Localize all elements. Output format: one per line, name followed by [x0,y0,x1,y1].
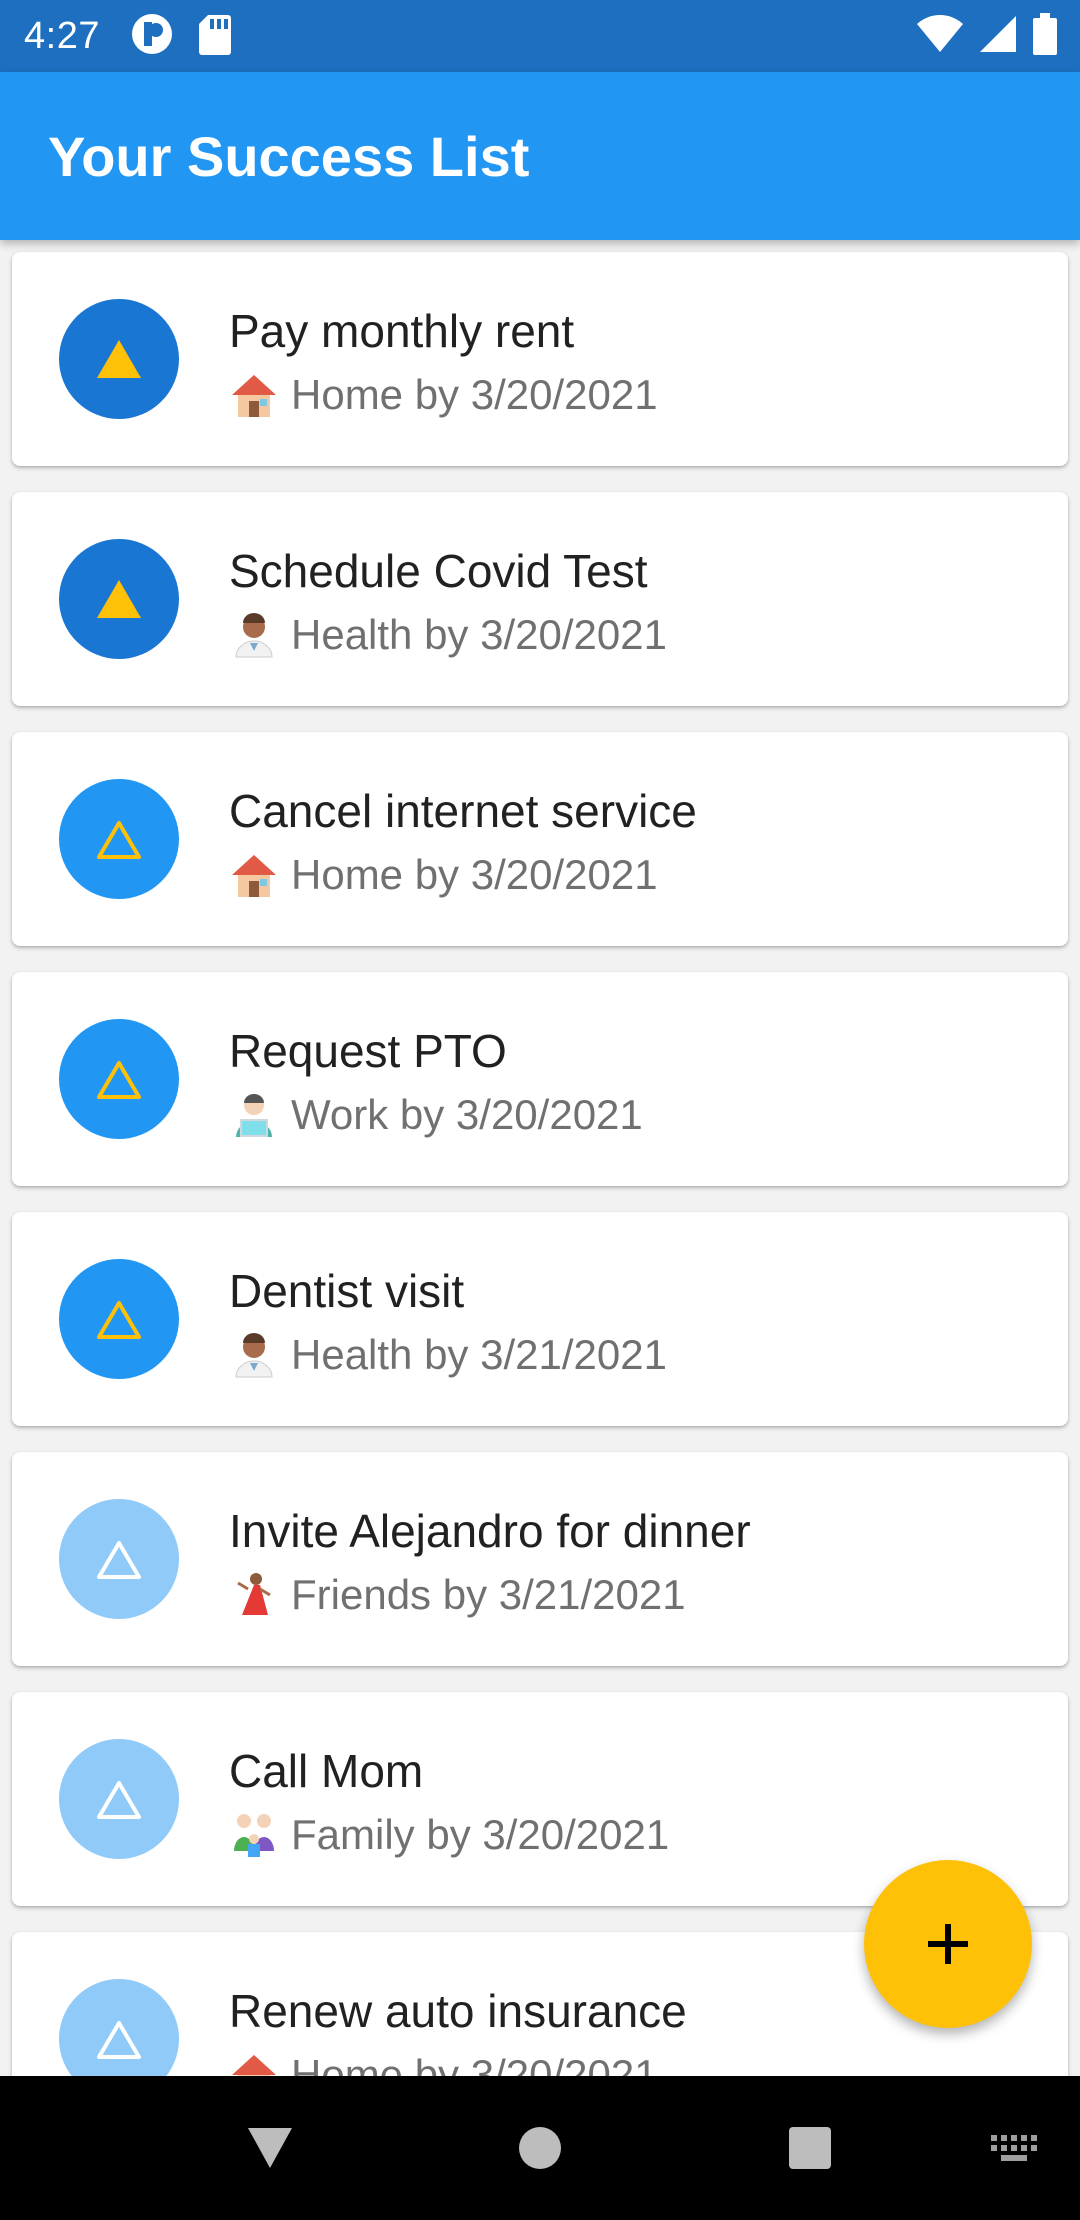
technologist-emoji [229,1090,279,1140]
add-task-button[interactable] [864,1860,1032,2028]
task-title: Schedule Covid Test [229,545,648,597]
task-category-date: Health by 3/20/2021 [291,611,667,658]
task-title: Call Mom [229,1745,424,1797]
status-time: 4:27 [24,14,100,57]
task-card[interactable]: Invite Alejandro for dinner Friends by 3… [12,1452,1068,1666]
system-nav-bar [0,2076,1080,2220]
page-title: Your Success List [48,124,530,188]
back-button[interactable] [220,2076,320,2220]
status-bar: 4:27 [0,0,1080,72]
priority-avatar [59,1499,179,1619]
home-button[interactable] [490,2076,590,2220]
priority-avatar [59,1979,179,2076]
priority-avatar [59,1739,179,1859]
task-title: Dentist visit [229,1265,465,1317]
house-emoji [229,850,279,900]
task-subtitle: Health by 3/20/2021 [229,610,667,660]
priority-avatar [59,539,179,659]
task-category-date: Health by 3/21/2021 [291,1331,667,1378]
task-subtitle: Work by 3/20/2021 [229,1090,643,1140]
health-worker-emoji [229,610,279,660]
task-card[interactable]: Schedule Covid Test Health by 3/20/2021 [12,492,1068,706]
priority-avatar [59,299,179,419]
task-category-date: Friends by 3/21/2021 [291,1571,686,1618]
task-card[interactable]: Pay monthly rent Home by 3/20/2021 [12,252,1068,466]
outline-triangle-icon [97,1301,141,1339]
keyboard-button[interactable] [970,2076,1060,2220]
task-category-date: Home by 3/20/2021 [291,851,658,898]
outline-triangle-icon [97,2021,141,2059]
filled-triangle-icon [97,580,141,618]
task-card[interactable]: Request PTO Work by 3/20/2021 [12,972,1068,1186]
task-title: Cancel internet service [229,785,697,837]
recents-button[interactable] [760,2076,860,2220]
filled-triangle-icon [97,340,141,378]
task-category-date: Work by 3/20/2021 [291,1091,643,1138]
cell-signal-icon [978,14,1018,59]
task-title: Request PTO [229,1025,507,1077]
task-subtitle: Home by 3/20/2021 [229,2050,658,2076]
dancer-emoji [229,1570,279,1620]
task-title: Invite Alejandro for dinner [229,1505,751,1557]
health-worker-emoji [229,1330,279,1380]
home-icon [519,2127,561,2169]
sd-card-icon [198,13,232,60]
recents-icon [789,2127,831,2169]
task-category-date: Home by 3/20/2021 [291,371,658,418]
outline-triangle-icon [97,1781,141,1819]
plus-icon [928,1924,968,1964]
task-subtitle: Home by 3/20/2021 [229,850,658,900]
app-notification-icon [130,12,174,61]
outline-triangle-icon [97,1061,141,1099]
back-icon [248,2128,292,2168]
task-subtitle: Friends by 3/21/2021 [229,1570,686,1620]
task-subtitle: Family by 3/20/2021 [229,1810,669,1860]
task-subtitle: Health by 3/21/2021 [229,1330,667,1380]
wifi-icon [916,14,964,59]
task-card[interactable]: Cancel internet service Home by 3/20/202… [12,732,1068,946]
task-title: Pay monthly rent [229,305,575,357]
task-category-date: Home by 3/20/2021 [291,2051,658,2076]
outline-triangle-icon [97,1541,141,1579]
family-emoji [229,1810,279,1860]
priority-avatar [59,1259,179,1379]
house-emoji [229,2050,279,2076]
house-emoji [229,370,279,420]
priority-avatar [59,779,179,899]
task-card[interactable]: Dentist visit Health by 3/21/2021 [12,1212,1068,1426]
task-category-date: Family by 3/20/2021 [291,1811,670,1858]
task-title: Renew auto insurance [229,1985,687,2037]
keyboard-icon [991,2135,1037,2161]
task-list[interactable]: Pay monthly rent Home by 3/20/2021 Sched… [0,240,1080,2076]
app-bar: Your Success List [0,72,1080,240]
priority-avatar [59,1019,179,1139]
outline-triangle-icon [97,821,141,859]
task-subtitle: Home by 3/20/2021 [229,370,658,420]
battery-icon [1032,12,1058,60]
